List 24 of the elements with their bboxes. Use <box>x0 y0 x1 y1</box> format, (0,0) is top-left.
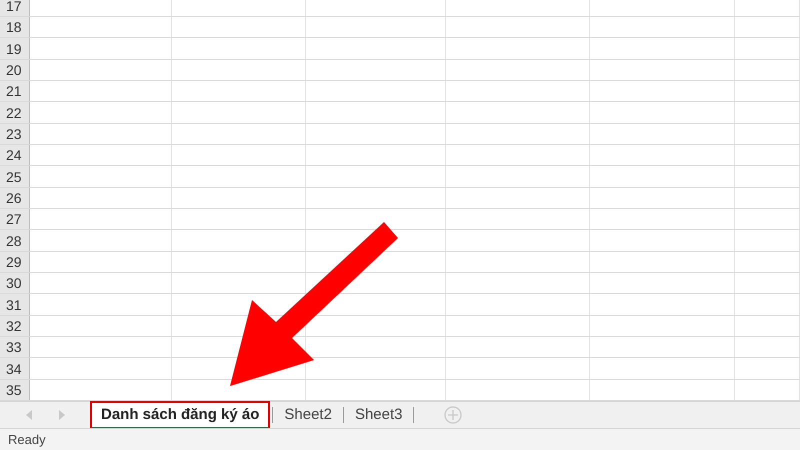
row-number[interactable]: 21 <box>0 80 30 102</box>
row-number[interactable]: 22 <box>0 102 30 123</box>
row-number[interactable]: 23 <box>0 124 30 144</box>
row-number[interactable]: 26 <box>0 188 30 208</box>
row-number[interactable]: 34 <box>0 358 30 379</box>
row-number[interactable]: 18 <box>0 17 30 38</box>
row-number[interactable]: 35 <box>0 380 30 400</box>
add-sheet-icon[interactable] <box>444 406 462 424</box>
row-number[interactable]: 19 <box>0 38 30 59</box>
row-number[interactable]: 32 <box>0 316 30 336</box>
row-number[interactable]: 20 <box>0 60 30 80</box>
row-number[interactable]: 29 <box>0 252 30 272</box>
row-number[interactable]: 24 <box>0 144 30 166</box>
row-number[interactable]: 28 <box>0 230 30 251</box>
row-number[interactable]: 25 <box>0 166 30 187</box>
sheet-tab[interactable]: Danh sách đăng ký áo <box>90 401 270 429</box>
sheet-tab[interactable]: Sheet3 <box>346 401 412 429</box>
row-number[interactable]: 17 <box>0 0 30 16</box>
row-number[interactable]: 27 <box>0 208 30 230</box>
sheet-tab[interactable]: Sheet2 <box>275 401 341 429</box>
row-number[interactable]: 31 <box>0 294 30 315</box>
status-text: Ready <box>8 430 46 449</box>
row-number[interactable]: 30 <box>0 272 30 294</box>
row-number[interactable]: 33 <box>0 336 30 358</box>
